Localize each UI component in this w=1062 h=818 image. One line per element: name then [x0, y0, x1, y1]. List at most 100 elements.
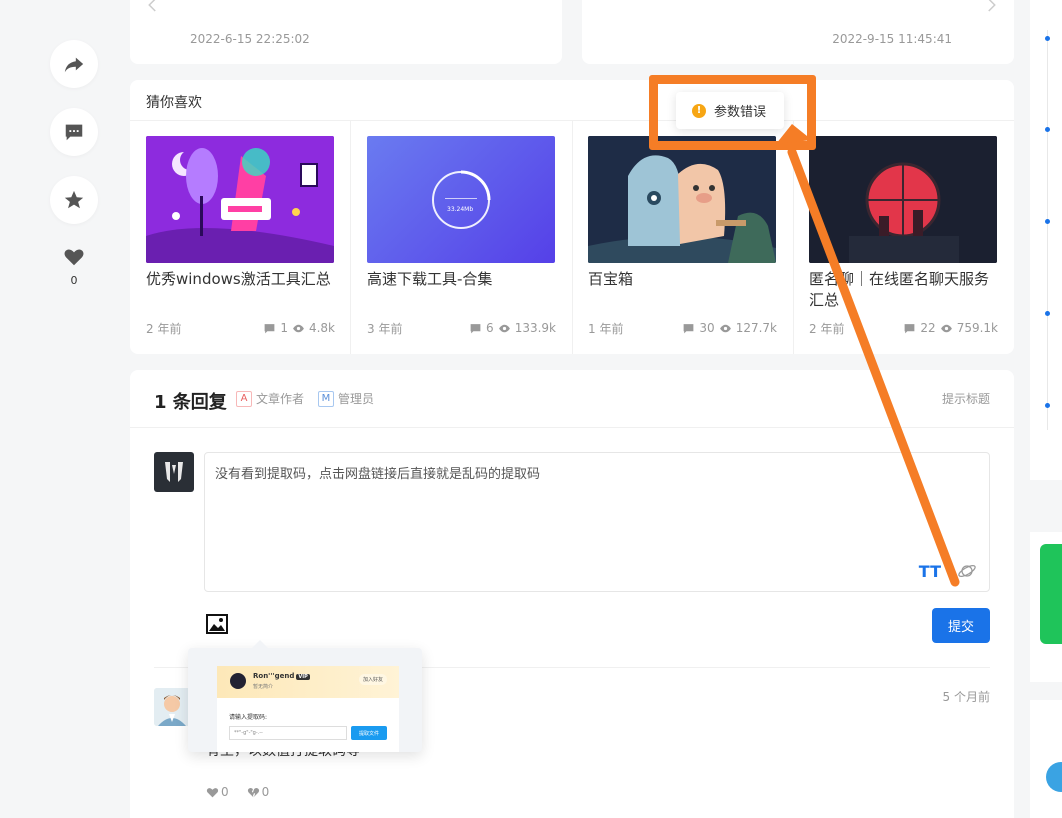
commenter-avatar[interactable] — [154, 688, 190, 726]
prev-post-card[interactable]: 2022-6-15 22:25:02 — [130, 0, 562, 64]
sidebar-card-timeline — [1030, 0, 1062, 480]
preview-username: Ron'''gend VIP — [253, 672, 310, 680]
planet-icon[interactable] — [957, 561, 977, 581]
preview-code-label: 请输入提取码: — [229, 714, 268, 721]
chevron-right-icon[interactable] — [982, 0, 1000, 14]
comment-like-count: 0 — [221, 785, 229, 799]
preview-screenshot: Ron'''gend VIP 暂无简介 加入好友 请输入提取码: **"-g"-"… — [217, 666, 399, 752]
author-badge: A — [236, 390, 252, 407]
comment-button[interactable] — [50, 108, 98, 156]
comment-actions: 0 0 — [206, 785, 269, 799]
chevron-left-icon[interactable] — [144, 0, 162, 14]
qrcode-image — [1040, 544, 1062, 644]
recommend-item-stats: 30 127.7k — [682, 321, 777, 335]
comment-time: 5 个月前 — [942, 690, 990, 704]
recommend-title: 猜你喜欢 — [146, 95, 202, 111]
eye-icon — [719, 324, 731, 332]
comment-icon — [905, 323, 915, 333]
preview-avatar — [230, 673, 246, 689]
divider — [130, 427, 1014, 428]
legend-admin-label: 管理员 — [338, 392, 375, 406]
recommend-item-title[interactable]: 匿名聊｜在线匿名聊天服务汇总 — [809, 269, 999, 311]
heart-icon — [206, 787, 219, 797]
comment-editor-text[interactable]: 没有看到提取码，点击网盘链接后直接就是乱码的提取码 — [215, 463, 540, 482]
recommend-item-title[interactable]: 高速下载工具-合集 — [367, 269, 557, 290]
timeline-dot — [1045, 403, 1050, 408]
recommend-thumbnail[interactable] — [588, 136, 776, 263]
admin-badge: M — [318, 390, 334, 407]
view-count: 759.1k — [956, 321, 998, 335]
vip-badge: VIP — [296, 674, 310, 680]
recommend-item-time: 2 年前 — [809, 322, 845, 336]
recommend-item[interactable]: 百宝箱 1 年前 30 127.7k — [572, 120, 793, 354]
prev-post-date: 2022-6-15 22:25:02 — [190, 32, 310, 46]
comment-count: 22 — [920, 321, 936, 335]
eye-icon — [293, 324, 304, 332]
text-format-icon[interactable]: TT — [919, 562, 941, 581]
preview-extract-button: 提取文件 — [351, 726, 387, 740]
logo-icon — [165, 462, 183, 482]
timeline-dot — [1045, 311, 1050, 316]
subscribe-icon[interactable] — [1046, 762, 1062, 792]
next-post-card[interactable]: 2022-9-15 11:45:41 — [582, 0, 1014, 64]
timeline-dot — [1045, 219, 1050, 224]
recommend-item[interactable]: 匿名聊｜在线匿名聊天服务汇总 2 年前 22 759.1k — [793, 120, 1014, 354]
next-post-date: 2022-9-15 11:45:41 — [832, 32, 952, 46]
recommend-item-stats: 22 759.1k — [903, 321, 998, 335]
recommend-thumbnail[interactable] — [809, 136, 997, 263]
preview-follow-button: 加入好友 — [358, 674, 387, 685]
comment-editor[interactable]: 没有看到提取码，点击网盘链接后直接就是乱码的提取码 TT — [204, 452, 990, 592]
recommend-thumbnail[interactable]: 33.24Mb — [367, 136, 555, 263]
share-icon — [64, 57, 84, 73]
submit-button[interactable]: 提交 — [932, 608, 990, 643]
image-preview-popup: Ron'''gend VIP 暂无简介 加入好友 请输入提取码: **"-g"-"… — [188, 640, 422, 752]
legend-author-label: 文章作者 — [256, 392, 305, 406]
recommend-item-time: 1 年前 — [588, 322, 624, 336]
view-count: 127.7k — [735, 321, 777, 335]
recommend-item-time: 2 年前 — [146, 322, 182, 336]
star-icon — [64, 190, 84, 209]
comment-count: 6 — [486, 321, 494, 335]
recommend-item[interactable]: 33.24Mb 高速下载工具-合集 3 年前 6 133.9k — [351, 120, 572, 354]
comment-like-button[interactable]: 0 — [206, 785, 229, 799]
share-button[interactable] — [50, 40, 98, 88]
timeline-dot — [1045, 36, 1050, 41]
comments-heading: 1 条回复 — [154, 392, 227, 413]
hint-title-link[interactable]: 提示标题 — [942, 390, 990, 407]
comment-count: 1 — [280, 321, 288, 335]
recommend-item-stats: 1 4.8k — [263, 321, 335, 335]
eye-icon — [498, 324, 510, 332]
heart-icon — [64, 249, 84, 266]
preview-bio: 暂无简介 — [253, 684, 274, 690]
comment-dislike-button[interactable]: 0 — [247, 785, 270, 799]
recommend-item-time: 3 年前 — [367, 322, 403, 336]
comment-icon — [264, 323, 275, 333]
download-speed: 33.24Mb — [447, 206, 474, 213]
favorite-button[interactable] — [50, 176, 98, 224]
preview-username-text: Ron'''gend — [253, 672, 295, 680]
annotation-highlight-box — [649, 75, 816, 150]
like-count: 0 — [70, 274, 78, 287]
comment-icon — [684, 323, 694, 333]
view-count: 133.9k — [514, 321, 556, 335]
eye-icon — [940, 324, 952, 332]
recommend-item[interactable]: 优秀windows激活工具汇总 2 年前 1 4.8k — [130, 120, 351, 354]
avatar[interactable] — [154, 452, 194, 492]
broken-heart-icon — [247, 787, 259, 797]
sidebar-card-subscribe — [1030, 700, 1062, 818]
comment-count: 30 — [699, 321, 715, 335]
comment-dislike-count: 0 — [261, 785, 270, 799]
view-count: 4.8k — [308, 321, 335, 335]
timeline-dot — [1045, 127, 1050, 132]
recommend-item-stats: 6 133.9k — [469, 321, 556, 335]
recommend-item-title[interactable]: 优秀windows激活工具汇总 — [146, 269, 336, 290]
comment-icon — [65, 124, 83, 141]
recommend-thumbnail[interactable] — [146, 136, 334, 263]
recommend-item-title[interactable]: 百宝箱 — [588, 269, 778, 290]
image-icon[interactable] — [206, 614, 228, 634]
preview-code-input: **"-g"-"g-.-- — [229, 726, 347, 740]
timeline-line — [1047, 30, 1048, 430]
sidebar-card-qrcode — [1030, 532, 1062, 682]
like-button[interactable]: 0 — [50, 246, 98, 287]
legend-author: A 文章作者 — [236, 390, 304, 407]
